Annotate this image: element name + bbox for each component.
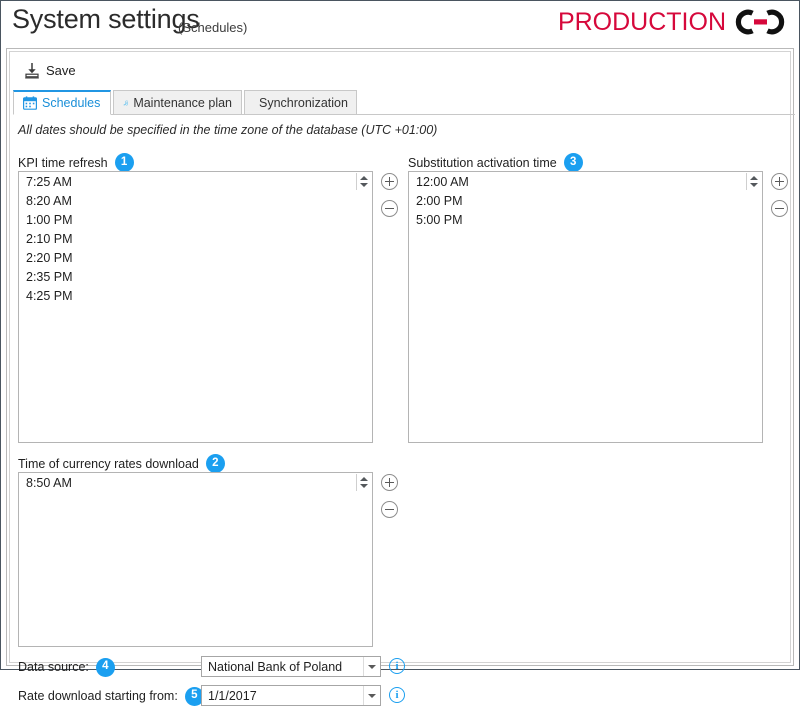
spinner-down-icon[interactable] (749, 183, 758, 187)
tab-strip: Schedules Maintenance plan Synchronizati… (13, 90, 795, 115)
app-window: System settings (Schedules) PRODUCTION S… (0, 0, 800, 706)
list-item-value: 2:35 PM (26, 269, 73, 284)
currency-rates-download-label-row: Time of currency rates download 2 (18, 454, 225, 473)
interlocking-rings-logo-icon (735, 9, 785, 35)
currency-rates-download-listbox[interactable]: 8:50 AM (18, 472, 373, 647)
tab-maintenance-plan[interactable]: Maintenance plan (113, 90, 242, 115)
list-item-value: 7:25 AM (26, 174, 72, 189)
page-title: System settings (12, 4, 200, 34)
tab-synchronization[interactable]: Synchronization (244, 90, 357, 115)
list-item[interactable]: 12:00 AM (409, 172, 762, 191)
spinner-up-icon[interactable] (749, 176, 758, 180)
currency-time-spinner[interactable] (356, 474, 370, 491)
chevron-down-icon[interactable] (363, 657, 380, 676)
list-item-value: 8:20 AM (26, 193, 72, 208)
badge-3: 3 (563, 153, 583, 172)
wrench-clock-icon (123, 100, 129, 105)
save-button[interactable]: Save (16, 56, 84, 84)
kpi-time-refresh-remove-button[interactable] (381, 200, 398, 217)
kpi-time-refresh-add-button[interactable] (381, 173, 398, 190)
list-item-value: 2:20 PM (26, 250, 73, 265)
spinner-down-icon[interactable] (359, 484, 368, 488)
kpi-time-refresh-label-row: KPI time refresh 1 (18, 153, 134, 172)
currency-rates-download-remove-button[interactable] (381, 501, 398, 518)
currency-rates-download-add-button[interactable] (381, 474, 398, 491)
tab-content-schedules: All dates should be specified in the tim… (10, 115, 790, 706)
rate-download-start-row: Rate download starting from: 5 1/1/2017 … (18, 685, 405, 707)
tab-schedules-label: Schedules (42, 96, 101, 110)
rate-download-start-combobox[interactable]: 1/1/2017 (201, 685, 381, 706)
data-source-info-icon[interactable]: i (389, 658, 405, 674)
save-button-label: Save (46, 62, 76, 78)
list-item[interactable]: 4:25 PM (19, 286, 372, 305)
tab-maintenance-plan-label: Maintenance plan (133, 95, 232, 110)
data-source-combobox[interactable]: National Bank of Poland (201, 656, 381, 677)
page-subtitle: (Schedules) (178, 20, 248, 35)
rate-download-start-info-label: i (395, 688, 399, 701)
save-icon (25, 62, 39, 78)
list-item[interactable]: 8:50 AM (19, 473, 372, 492)
badge-1: 1 (114, 153, 134, 172)
spinner-up-icon[interactable] (359, 477, 368, 481)
substitution-time-spinner[interactable] (746, 173, 760, 190)
list-item[interactable]: 7:25 AM (19, 172, 372, 191)
spinner-up-icon[interactable] (359, 176, 368, 180)
kpi-time-refresh-label: KPI time refresh (18, 155, 108, 170)
substitution-activation-label-row: Substitution activation time 3 (408, 153, 583, 172)
substitution-activation-remove-button[interactable] (771, 200, 788, 217)
kpi-time-refresh-listbox[interactable]: 7:25 AM 8:20 AM 1:00 PM 2:10 PM 2:20 PM … (18, 171, 373, 443)
list-item[interactable]: 2:00 PM (409, 191, 762, 210)
rate-download-start-value: 1/1/2017 (208, 688, 257, 703)
list-item-value: 8:50 AM (26, 475, 72, 490)
substitution-activation-add-button[interactable] (771, 173, 788, 190)
rate-download-start-info-icon[interactable]: i (389, 687, 405, 703)
spinner-down-icon[interactable] (359, 183, 368, 187)
kpi-time-spinner[interactable] (356, 173, 370, 190)
list-item-value: 4:25 PM (26, 288, 73, 303)
brand-logo-text: PRODUCTION (557, 7, 726, 36)
main-panel: Save Schedules Maintenance plan Synchron… (6, 48, 795, 706)
list-item-value: 12:00 AM (416, 174, 469, 189)
window-header: System settings (Schedules) PRODUCTION (1, 1, 799, 48)
currency-rates-download-label: Time of currency rates download (18, 456, 199, 471)
data-source-value: National Bank of Poland (208, 659, 343, 674)
list-item[interactable]: 2:35 PM (19, 267, 372, 286)
badge-2: 2 (205, 454, 225, 473)
list-item[interactable]: 2:10 PM (19, 229, 372, 248)
substitution-activation-label: Substitution activation time (408, 155, 557, 170)
data-source-label: Data source: (18, 660, 89, 674)
timezone-note: All dates should be specified in the tim… (18, 123, 438, 137)
list-item-value: 2:10 PM (26, 231, 73, 246)
list-item[interactable]: 8:20 AM (19, 191, 372, 210)
badge-4: 4 (95, 657, 115, 677)
list-item[interactable]: 2:20 PM (19, 248, 372, 267)
rate-download-start-label-wrap: Rate download starting from: 5 (18, 685, 204, 707)
list-item[interactable]: 1:00 PM (19, 210, 372, 229)
list-item[interactable]: 5:00 PM (409, 210, 762, 229)
list-item-value: 5:00 PM (416, 212, 463, 227)
substitution-activation-listbox[interactable]: 12:00 AM 2:00 PM 5:00 PM (408, 171, 763, 443)
data-source-row: Data source: 4 National Bank of Poland i (18, 656, 405, 678)
calendar-icon (23, 96, 37, 110)
chevron-down-icon[interactable] (363, 686, 380, 705)
data-source-label-wrap: Data source: 4 (18, 656, 115, 678)
list-item-value: 1:00 PM (26, 212, 73, 227)
brand-logo: PRODUCTION (558, 6, 791, 38)
toolbar: Save (10, 52, 790, 90)
rate-download-start-label: Rate download starting from: (18, 689, 178, 703)
tab-synchronization-label: Synchronization (259, 95, 348, 110)
tab-schedules[interactable]: Schedules (13, 90, 111, 115)
main-panel-inner: Save Schedules Maintenance plan Synchron… (9, 51, 795, 706)
list-item-value: 2:00 PM (416, 193, 463, 208)
